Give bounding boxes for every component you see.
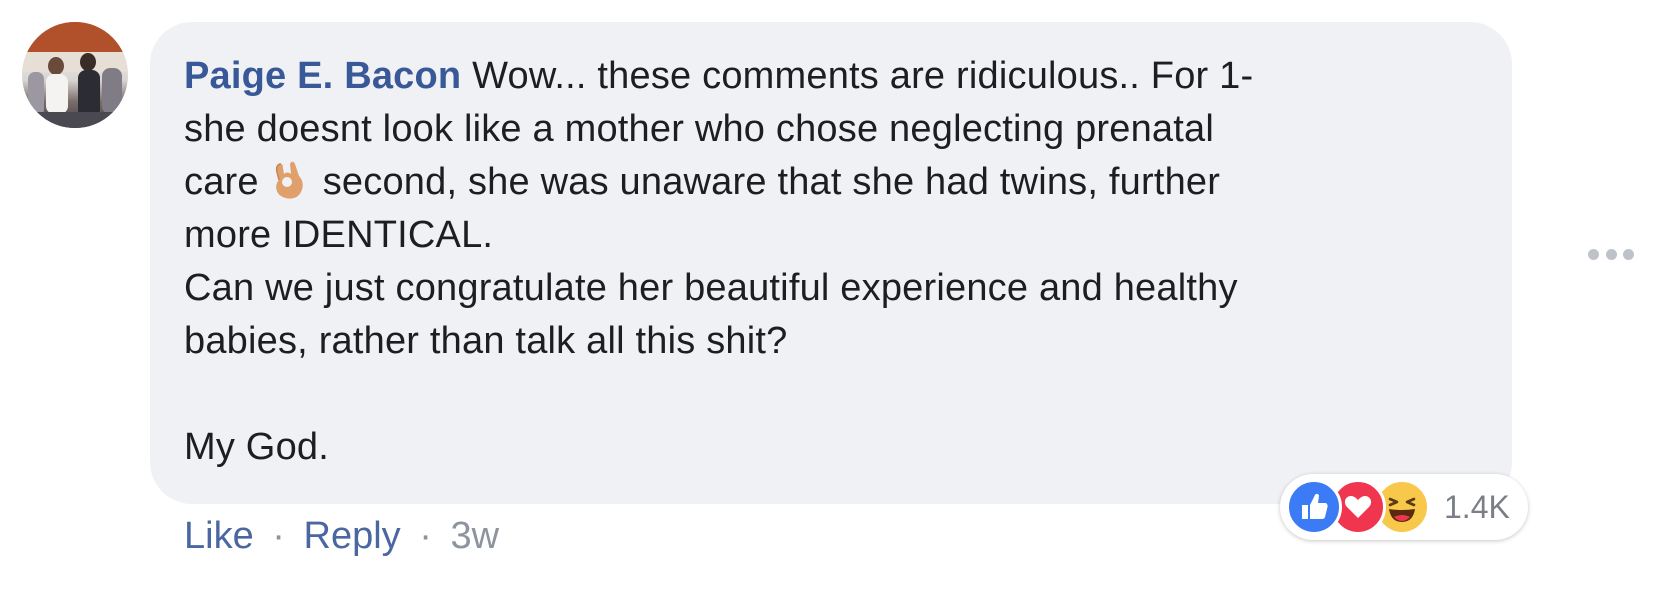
comment-text-line: more IDENTICAL. — [184, 214, 494, 256]
comment-text-line: care — [184, 161, 259, 203]
reaction-count: 1.4K — [1444, 488, 1510, 525]
dot — [1623, 248, 1634, 260]
reply-link[interactable]: Reply — [304, 515, 401, 557]
comment-text-line: Can we just congratulate her beautiful e… — [184, 267, 1238, 309]
avatar-photo — [22, 22, 128, 128]
dot — [1605, 248, 1617, 260]
avatar[interactable] — [22, 22, 128, 128]
comment-row: Paige E. Bacon Wow... these comments are… — [0, 0, 1662, 600]
comment-text-line: Wow... these comments are ridiculous.. F… — [472, 55, 1254, 97]
comment-bubble: Paige E. Bacon Wow... these comments are… — [150, 22, 1512, 504]
comment-body: Paige E. Bacon Wow... these comments are… — [184, 50, 1478, 474]
author-name-link[interactable]: Paige E. Bacon — [184, 55, 461, 97]
paragraph-break — [184, 368, 1478, 421]
dot — [1588, 248, 1599, 260]
comment-actions: Like · Reply · 3w — [184, 512, 499, 560]
like-link[interactable]: Like — [184, 515, 254, 557]
ok-hand-emoji-icon — [267, 158, 311, 202]
comment-text-line: she doesnt look like a mother who chose … — [184, 108, 1214, 150]
separator-dot: · — [272, 515, 285, 557]
separator-dot: · — [419, 515, 432, 557]
comment-text-line: babies, rather than talk all this shit? — [184, 320, 788, 362]
comment-text-line: second, she was unaware that she had twi… — [322, 161, 1221, 203]
comment-text-line: My God. — [184, 426, 329, 468]
reactions-summary[interactable]: 1.4K — [1280, 474, 1528, 540]
timestamp-link[interactable]: 3w — [450, 515, 499, 557]
more-options-icon[interactable] — [1588, 244, 1634, 264]
like-icon — [1286, 479, 1342, 535]
